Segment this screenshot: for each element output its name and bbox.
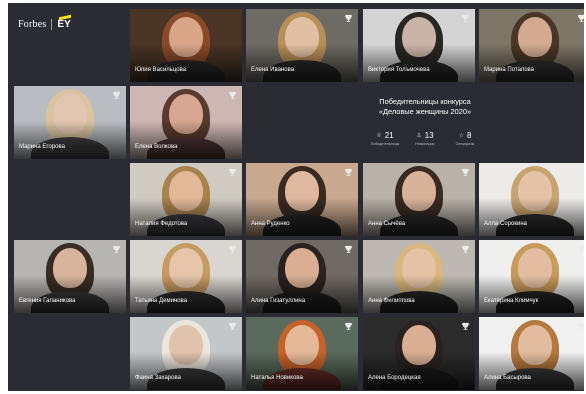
winner-card[interactable]: Наталья Новикова <box>246 317 358 390</box>
winner-card[interactable]: Екатерина Климчук <box>479 240 584 313</box>
winner-name: Екатерина Климчук <box>484 298 539 304</box>
forbes-logo: Forbes <box>18 18 47 30</box>
trophy-icon <box>461 322 470 330</box>
winner-card[interactable]: Анна Филиппова <box>363 240 475 313</box>
winner-card[interactable]: Юлия Васильцова <box>130 9 242 82</box>
trophy-icon <box>577 245 584 253</box>
contest-title-line-1: Победительницы конкурса <box>379 97 471 106</box>
stat-winners: ♕ 21 Победительницы <box>365 131 405 146</box>
ey-logo: EY <box>57 18 71 30</box>
winner-name: Алла Сорокина <box>484 221 527 227</box>
trophy-icon <box>228 168 237 176</box>
winner-card[interactable]: Елена Иванова <box>246 9 358 82</box>
star-icon: ☆ <box>458 133 464 139</box>
trophy-icon <box>577 14 584 22</box>
winner-card[interactable]: Татьяна Деминова <box>130 240 242 313</box>
trophy-icon <box>228 91 237 99</box>
person-icon: ♙ <box>416 133 422 139</box>
winner-card[interactable]: Анна Сычёва <box>363 163 475 236</box>
winner-name: Татьяна Деминова <box>135 298 188 304</box>
stat-value: 21 <box>384 131 394 140</box>
contest-stats: ♕ 21 Победительницы ♙ 13 Номинации ☆ 8 Спец… <box>365 131 485 146</box>
winners-gallery: Forbes EY Победительницы конкурса «Делов… <box>8 3 584 391</box>
winner-card[interactable]: Алина Басырова <box>479 317 584 390</box>
winner-name: Марина Потапова <box>484 67 534 73</box>
stat-special-prizes: ☆ 8 Спецпризы <box>445 131 485 146</box>
trophy-icon <box>112 91 121 99</box>
winner-name: Марина Егорова <box>19 144 65 150</box>
winner-name: Анна Руденко <box>251 221 290 227</box>
trophy-icon <box>461 14 470 22</box>
trophy-icon <box>344 168 353 176</box>
winner-card[interactable]: Алена Бородецкая <box>363 317 475 390</box>
trophy-icon <box>112 245 121 253</box>
contest-title-line-2: «Деловые женщины 2020» <box>378 107 472 116</box>
winner-name: Анна Сычёва <box>368 221 406 227</box>
trophy-icon <box>461 168 470 176</box>
contest-info: Победительницы конкурса «Деловые женщины… <box>365 97 485 117</box>
winner-card[interactable]: Елена Волкова <box>130 86 242 159</box>
winner-card[interactable]: Алла Сорокина <box>479 163 584 236</box>
winner-name: Алина Гизатуллина <box>251 298 306 304</box>
winner-name: Елена Волкова <box>135 144 178 150</box>
winner-card[interactable]: Марина Егорова <box>14 86 126 159</box>
winner-card[interactable]: Фаина Захарова <box>130 317 242 390</box>
trophy-icon <box>577 168 584 176</box>
winner-name: Алена Бородецкая <box>368 375 421 381</box>
winner-name: Юлия Васильцова <box>135 67 187 73</box>
trophy-icon: ♕ <box>376 133 382 139</box>
trophy-icon <box>344 14 353 22</box>
winner-name: Виктория Толъмочева <box>368 67 430 73</box>
logo-divider <box>51 18 53 30</box>
stat-value: 8 <box>466 131 472 140</box>
winner-name: Наталия Федотова <box>135 221 188 227</box>
winner-card[interactable]: Наталия Федотова <box>130 163 242 236</box>
winner-name: Евгения Галаникова <box>19 298 76 304</box>
trophy-icon <box>344 245 353 253</box>
trophy-icon <box>228 245 237 253</box>
winner-name: Анна Филиппова <box>368 298 415 304</box>
winner-name: Наталья Новикова <box>251 375 303 381</box>
winner-card[interactable]: Алина Гизатуллина <box>246 240 358 313</box>
trophy-icon <box>461 245 470 253</box>
trophy-icon <box>577 322 584 330</box>
stat-label: Победительницы <box>370 142 400 146</box>
winner-name: Алина Басырова <box>484 375 531 381</box>
winner-card[interactable]: Анна Руденко <box>246 163 358 236</box>
trophy-icon <box>228 322 237 330</box>
stat-label: Номинации <box>415 142 435 146</box>
winner-name: Фаина Захарова <box>135 375 181 381</box>
stat-value: 13 <box>424 131 434 140</box>
brand-logo[interactable]: Forbes EY <box>18 17 71 31</box>
trophy-icon <box>344 322 353 330</box>
winner-card[interactable]: Марина Потапова <box>479 9 584 82</box>
winner-name: Елена Иванова <box>251 67 295 73</box>
stat-label: Спецпризы <box>455 142 475 146</box>
stat-nominations: ♙ 13 Номинации <box>405 131 445 146</box>
winner-card[interactable]: Евгения Галаникова <box>14 240 126 313</box>
winner-card[interactable]: Виктория Толъмочева <box>363 9 475 82</box>
